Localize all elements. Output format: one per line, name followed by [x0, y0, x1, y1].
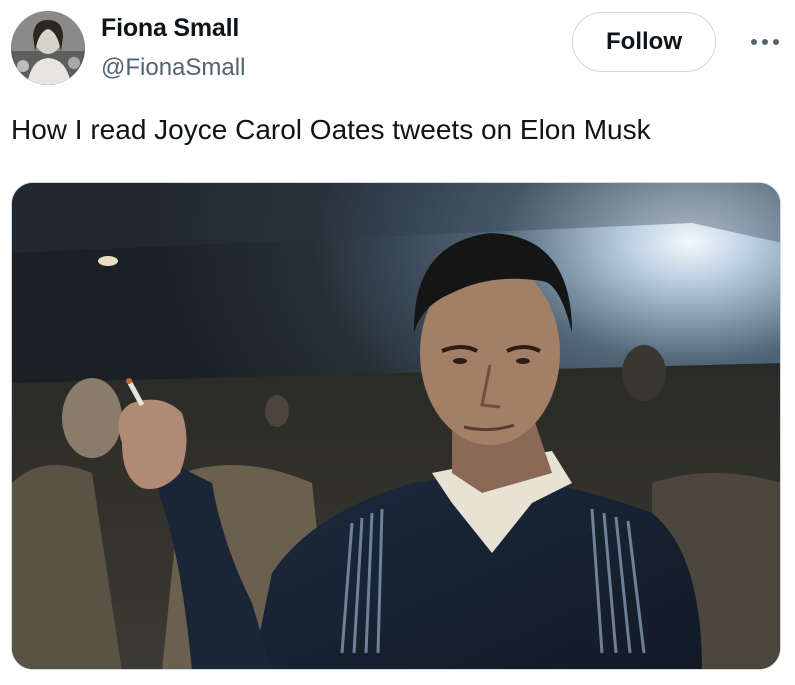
tweet-media-image[interactable]	[11, 182, 781, 670]
tweet-text: How I read Joyce Carol Oates tweets on E…	[11, 114, 651, 145]
author-handle[interactable]: @FionaSmall	[101, 54, 245, 82]
author-display-name[interactable]: Fiona Small	[101, 14, 239, 43]
avatar[interactable]	[11, 11, 85, 85]
more-horizontal-icon	[751, 39, 779, 45]
follow-button[interactable]: Follow	[572, 12, 716, 72]
more-options-button[interactable]	[745, 25, 785, 59]
